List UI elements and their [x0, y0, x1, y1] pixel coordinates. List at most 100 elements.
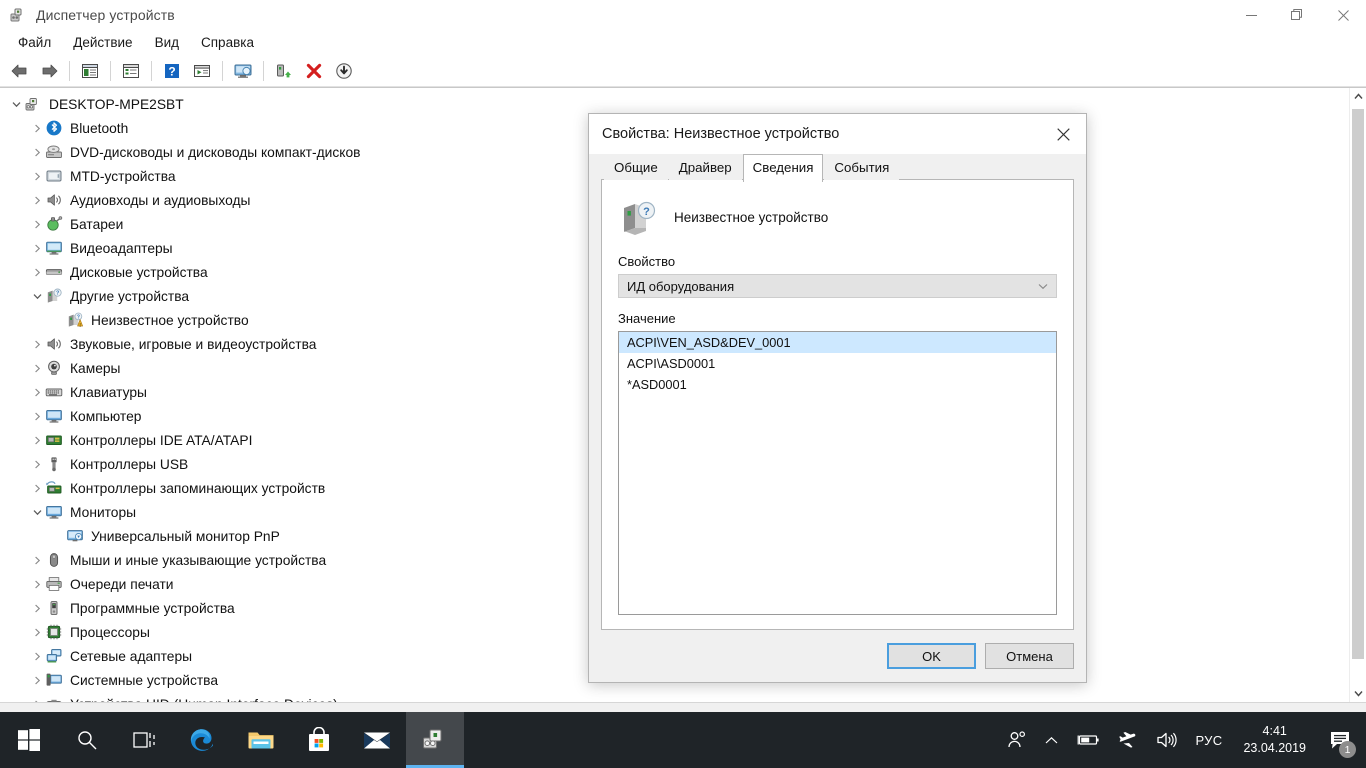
cancel-button[interactable]: Отмена: [985, 643, 1074, 669]
chevron-right-icon[interactable]: [29, 700, 45, 702]
chevron-right-icon[interactable]: [29, 148, 45, 157]
dialog-close-button[interactable]: [1041, 114, 1086, 154]
menu-action[interactable]: Действие: [64, 32, 141, 53]
chevron-right-icon[interactable]: [29, 220, 45, 229]
close-button[interactable]: [1320, 0, 1366, 30]
chevron-right-icon[interactable]: [29, 124, 45, 133]
chevron-right-icon[interactable]: [29, 484, 45, 493]
chevron-right-icon[interactable]: [29, 340, 45, 349]
disable-device-icon[interactable]: [330, 58, 358, 84]
microsoft-store-button[interactable]: [290, 712, 348, 768]
chevron-right-icon[interactable]: [29, 364, 45, 373]
chevron-right-icon[interactable]: [29, 652, 45, 661]
chevron-down-icon[interactable]: [8, 101, 24, 108]
window-title-bar: Диспетчер устройств: [0, 0, 1366, 30]
scroll-up-button[interactable]: [1350, 88, 1366, 105]
property-selected-value: ИД оборудования: [627, 278, 735, 294]
chevron-right-icon[interactable]: [29, 388, 45, 397]
scrollbar-thumb[interactable]: [1352, 109, 1364, 659]
device-manager-taskbar-button[interactable]: [406, 712, 464, 768]
forward-arrow-icon[interactable]: [35, 58, 63, 84]
chevron-right-icon[interactable]: [29, 604, 45, 613]
chevron-right-icon[interactable]: [29, 244, 45, 253]
show-hide-console-tree-icon[interactable]: [76, 58, 104, 84]
update-driver-icon[interactable]: [270, 58, 298, 84]
properties-icon[interactable]: [117, 58, 145, 84]
airplane-mode-icon[interactable]: [1109, 712, 1147, 768]
property-dropdown[interactable]: ИД оборудования: [618, 274, 1057, 298]
scan-hardware-changes-icon[interactable]: [188, 58, 216, 84]
status-bar: [0, 702, 1366, 712]
chevron-right-icon[interactable]: [29, 676, 45, 685]
menu-help[interactable]: Справка: [192, 32, 263, 53]
tree-item-label: Системные устройства: [70, 672, 219, 688]
value-row-0[interactable]: ACPI\VEN_ASD&DEV_0001: [619, 332, 1056, 353]
taskbar: РУС 4:41 23.04.2019 1: [0, 712, 1366, 768]
tree-item-label: Очереди печати: [70, 576, 174, 592]
tab-details[interactable]: Сведения: [742, 154, 824, 182]
minimize-button[interactable]: [1228, 0, 1274, 30]
back-arrow-icon[interactable]: [5, 58, 33, 84]
window-title: Диспетчер устройств: [36, 7, 175, 23]
value-row-1[interactable]: ACPI\ASD0001: [619, 353, 1056, 374]
chevron-right-icon[interactable]: [29, 460, 45, 469]
dialog-body: Общие Драйвер Сведения События ? Неизвес…: [589, 154, 1086, 630]
value-listbox[interactable]: ACPI\VEN_ASD&DEV_0001 ACPI\ASD0001 *ASD000…: [618, 331, 1057, 615]
battery-icon[interactable]: [1067, 712, 1109, 768]
svg-text:?: ?: [643, 206, 650, 218]
svg-text:?: ?: [77, 314, 80, 320]
search-button[interactable]: [58, 712, 116, 768]
pnp-monitor-icon: [66, 527, 84, 545]
edge-button[interactable]: [174, 712, 232, 768]
tab-events[interactable]: События: [824, 155, 900, 180]
monitor-icon: [45, 503, 63, 521]
scroll-down-button[interactable]: [1350, 685, 1366, 702]
toolbar: ?: [0, 55, 1366, 87]
start-button[interactable]: [0, 712, 58, 768]
chevron-right-icon[interactable]: [29, 268, 45, 277]
chevron-right-icon[interactable]: [29, 436, 45, 445]
scrollbar-track[interactable]: [1350, 105, 1366, 685]
ok-button[interactable]: OK: [887, 643, 976, 669]
mail-button[interactable]: [348, 712, 406, 768]
help-icon[interactable]: ?: [158, 58, 186, 84]
clock[interactable]: 4:41 23.04.2019: [1231, 712, 1318, 768]
tree-item-25[interactable]: Устройства HID (Human Interface Devices): [0, 692, 1349, 702]
chevron-down-icon[interactable]: [29, 509, 45, 516]
people-icon[interactable]: [998, 712, 1036, 768]
tree-item-label: Батареи: [70, 216, 124, 232]
chevron-up-icon[interactable]: [1036, 712, 1067, 768]
device-header: ? Неизвестное устройство: [618, 194, 1057, 240]
notification-icon[interactable]: 1: [1318, 712, 1362, 768]
menu-file[interactable]: Файл: [9, 32, 60, 53]
value-row-2[interactable]: *ASD0001: [619, 374, 1056, 395]
chevron-right-icon[interactable]: [29, 628, 45, 637]
chevron-right-icon[interactable]: [29, 196, 45, 205]
chevron-right-icon[interactable]: [29, 172, 45, 181]
display-icon[interactable]: [229, 58, 257, 84]
window-controls: [1228, 0, 1366, 30]
tree-item-label: Контроллеры IDE ATA/ATAPI: [70, 432, 253, 448]
volume-icon[interactable]: [1147, 712, 1187, 768]
clock-date: 23.04.2019: [1243, 741, 1306, 755]
svg-text:?: ?: [168, 64, 175, 78]
tree-item-label: Устройства HID (Human Interface Devices): [69, 697, 338, 703]
toolbar-separator: [110, 60, 111, 81]
chevron-right-icon[interactable]: [29, 556, 45, 565]
vertical-scrollbar[interactable]: [1349, 88, 1366, 702]
tab-general[interactable]: Общие: [604, 155, 668, 180]
language-indicator[interactable]: РУС: [1187, 712, 1232, 768]
chevron-right-icon[interactable]: [29, 580, 45, 589]
chevron-right-icon[interactable]: [29, 412, 45, 421]
notification-badge: 1: [1339, 741, 1356, 758]
software-device-icon: [45, 599, 63, 617]
keyboard-icon: [45, 383, 63, 401]
uninstall-device-icon[interactable]: [300, 58, 328, 84]
file-explorer-button[interactable]: [232, 712, 290, 768]
maximize-restore-button[interactable]: [1274, 0, 1320, 30]
chevron-down-icon[interactable]: [29, 293, 45, 300]
menu-view[interactable]: Вид: [146, 32, 188, 53]
tree-item-label: Программные устройства: [70, 600, 235, 616]
task-view-button[interactable]: [116, 712, 174, 768]
tab-driver[interactable]: Драйвер: [668, 155, 742, 180]
